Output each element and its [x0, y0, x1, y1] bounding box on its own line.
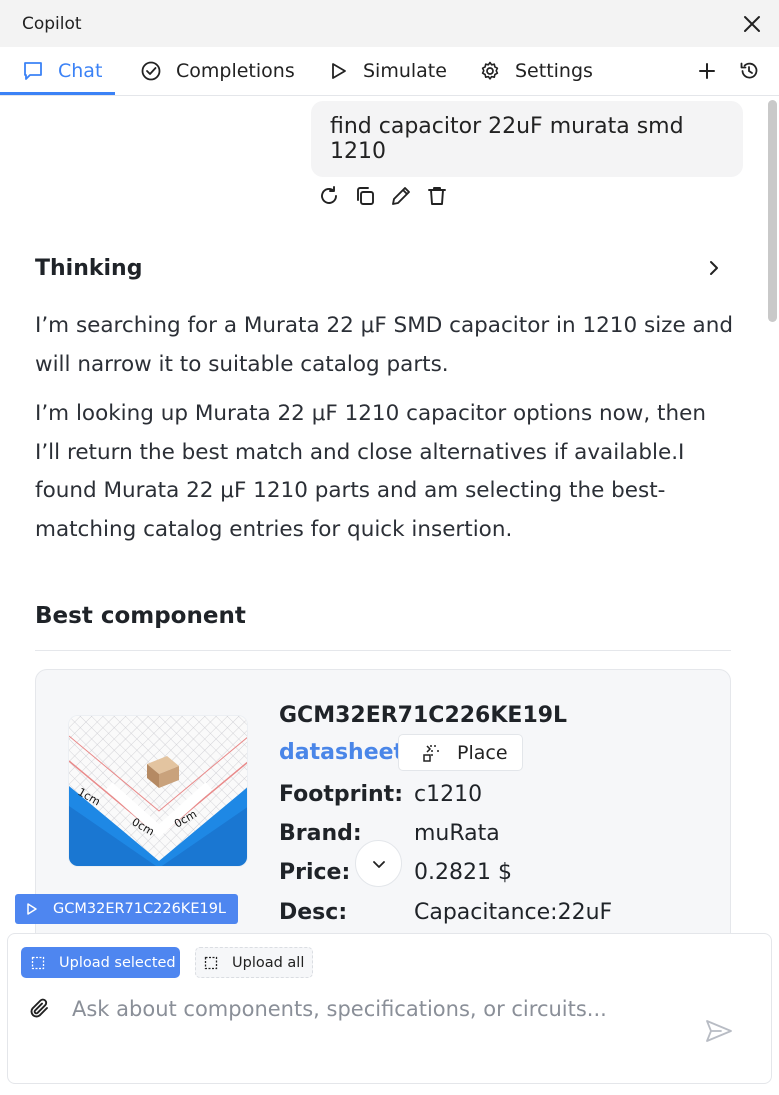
gear-icon [481, 61, 499, 80]
component-card: 1cm 0cm 0cm GCM32ER71C226KE19L datasheet… [35, 669, 731, 969]
send-icon[interactable] [704, 1018, 734, 1044]
selected-part-chip[interactable]: GCM32ER71C226KE19L [15, 894, 238, 924]
place-button[interactable]: Place [398, 734, 523, 771]
spec-key-footprint: Footprint: [279, 782, 403, 807]
trash-icon[interactable] [425, 184, 449, 208]
tab-label: Simulate [363, 60, 447, 82]
spec-value-footprint: c1210 [414, 782, 483, 807]
scroll-down-button[interactable] [355, 840, 402, 887]
place-label: Place [457, 741, 508, 764]
title-bar: Copilot [0, 0, 779, 47]
chevron-down-icon [372, 860, 385, 868]
chat-input[interactable] [72, 992, 672, 1026]
user-message-text: find capacitor 22uF murata smd 1210 [330, 114, 684, 164]
capacitor-image: 1cm 0cm 0cm [69, 716, 247, 866]
active-tab-indicator [0, 92, 115, 95]
spec-key-brand: Brand: [279, 821, 362, 846]
scrollbar-thumb[interactable] [768, 100, 777, 322]
window-title: Copilot [22, 13, 82, 34]
attach-icon[interactable] [27, 996, 53, 1022]
refresh-icon[interactable] [317, 184, 341, 208]
tab-bar: Chat Completions Simulate Settings [0, 47, 779, 96]
edit-icon[interactable] [389, 184, 413, 208]
datasheet-link[interactable]: datasheet [279, 740, 404, 765]
play-icon [332, 63, 346, 79]
best-component-heading: Best component [35, 603, 246, 629]
chat-icon [24, 62, 42, 80]
close-icon[interactable] [741, 13, 763, 35]
check-circle-icon [141, 61, 161, 81]
plus-icon[interactable] [696, 60, 718, 82]
part-number: GCM32ER71C226KE19L [279, 703, 568, 728]
upload-all-label: Upload all [232, 954, 305, 971]
selection-icon [31, 956, 45, 969]
response-paragraph-1: I’m searching for a Murata 22 μF SMD cap… [35, 313, 733, 377]
history-icon[interactable] [738, 60, 760, 82]
selected-part-label: GCM32ER71C226KE19L [53, 901, 227, 917]
place-icon [423, 744, 439, 762]
tab-label: Chat [58, 60, 103, 82]
tab-label: Settings [515, 60, 593, 82]
divider [35, 650, 731, 651]
spec-value-desc: Capacitance:22uF [414, 900, 613, 925]
spec-key-price: Price: [279, 860, 351, 885]
user-message: find capacitor 22uF murata smd 1210 [311, 101, 743, 177]
tab-simulate[interactable]: Simulate [327, 47, 447, 95]
response-paragraph-2: I’m looking up Murata 22 μF 1210 capacit… [35, 401, 706, 542]
chat-composer: Upload selected Upload all [7, 933, 772, 1084]
upload-selected-label: Upload selected [59, 954, 176, 971]
thinking-label: Thinking [35, 255, 143, 281]
thinking-toggle[interactable]: Thinking [35, 248, 725, 288]
spec-value-brand: muRata [414, 821, 500, 846]
tab-settings[interactable]: Settings [479, 47, 593, 95]
component-thumbnail: 1cm 0cm 0cm [68, 715, 248, 867]
spec-value-price: 0.2821 $ [414, 860, 512, 885]
play-icon [27, 903, 37, 915]
tab-chat[interactable]: Chat [22, 47, 102, 95]
message-actions [317, 184, 449, 208]
copy-icon[interactable] [353, 184, 377, 208]
upload-selected-button[interactable]: Upload selected [21, 947, 180, 978]
tab-completions[interactable]: Completions [140, 47, 295, 95]
upload-all-button[interactable]: Upload all [195, 947, 313, 978]
chevron-right-icon [710, 261, 718, 275]
tab-label: Completions [176, 60, 295, 82]
selection-icon [204, 956, 218, 969]
spec-key-desc: Desc: [279, 900, 348, 925]
